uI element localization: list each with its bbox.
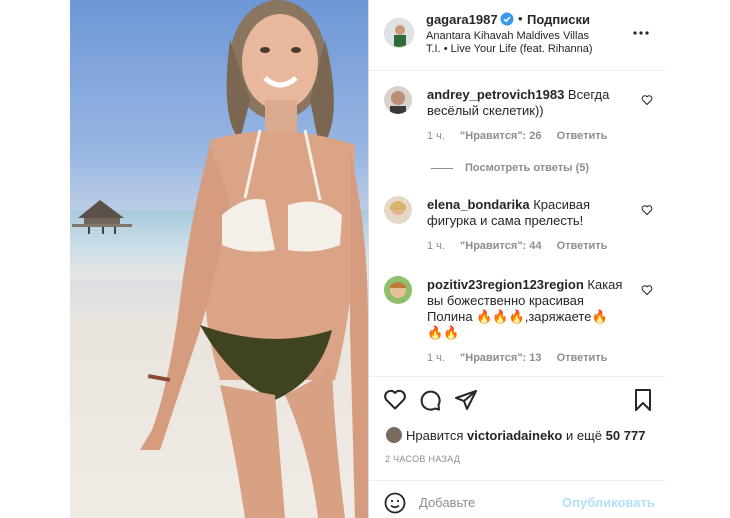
post-time: 2 ЧАСОВ НАЗАД (385, 454, 461, 464)
post-header: gagara1987 • Подписки Anantara Kihavah M… (369, 0, 666, 71)
comment-time: 1 ч. (427, 240, 445, 252)
likes-prefix: Нравится (406, 428, 464, 443)
comment-body-cont: ,заряжаете (524, 309, 592, 324)
comment-time: 1 ч. (427, 130, 445, 142)
verified-badge-icon (500, 12, 514, 26)
comment-avatar-image (384, 196, 412, 224)
comment-likes[interactable]: "Нравится": 13 (460, 352, 541, 364)
right-gutter (665, 0, 730, 518)
likes-summary: Нравится victoriadaineko и ещё 50 777 (406, 428, 645, 443)
comment-text: elena_bondarika Красивая фигурка и сама … (427, 197, 627, 229)
replies-divider (431, 167, 453, 169)
post-music[interactable]: T.I. • Live Your Life (feat. Rihanna) (426, 43, 593, 55)
post-actions: Нравится victoriadaineko и ещё 50 777 2 … (369, 376, 666, 471)
fire-emoji: 🔥🔥 (427, 325, 460, 340)
comment-avatar[interactable] (384, 86, 412, 114)
comment-text: andrey_petrovich1983 Всегда весёлый скел… (427, 87, 627, 119)
comment-avatar-image (384, 276, 412, 304)
fire-emoji: 🔥🔥🔥 (476, 309, 525, 324)
comment-avatar[interactable] (384, 196, 412, 224)
author-username[interactable]: gagara1987 (426, 12, 498, 27)
comment-reply-button[interactable]: Ответить (557, 352, 608, 364)
following-button[interactable]: Подписки (527, 12, 590, 27)
publish-button[interactable]: Опубликовать (562, 495, 655, 510)
liker-avatar[interactable] (386, 427, 402, 443)
comment-like-icon[interactable] (641, 284, 653, 296)
author-avatar[interactable] (384, 18, 414, 48)
fire-emoji: 🔥 (591, 309, 608, 324)
comment-avatar[interactable] (384, 276, 412, 304)
post-location[interactable]: Anantara Kihavah Maldives Villas (426, 30, 589, 42)
post-dialog: gagara1987 • Подписки Anantara Kihavah M… (0, 0, 730, 518)
share-icon[interactable] (454, 388, 478, 412)
comment-like-icon[interactable] (641, 204, 653, 216)
add-comment-bar: Опубликовать (369, 480, 666, 518)
comment-username[interactable]: andrey_petrovich1983 (427, 87, 564, 102)
comment-username[interactable]: elena_bondarika (427, 197, 530, 212)
comment-meta: 1 ч. "Нравится": 26 Ответить (427, 130, 619, 142)
comment-reply-button[interactable]: Ответить (557, 240, 608, 252)
post-video[interactable] (70, 0, 368, 518)
comment-meta: 1 ч. "Нравится": 13 Ответить (427, 352, 619, 364)
left-gutter (0, 0, 70, 518)
comment-icon[interactable] (418, 388, 442, 412)
comment-likes[interactable]: "Нравится": 44 (460, 240, 541, 252)
comment-username[interactable]: pozitiv23region123region (427, 277, 584, 292)
comment-reply-button[interactable]: Ответить (557, 130, 608, 142)
add-comment-input[interactable] (419, 493, 559, 511)
person-figure-image (140, 0, 368, 518)
bookmark-icon[interactable] (631, 388, 655, 412)
post-details-panel: gagara1987 • Подписки Anantara Kihavah M… (368, 0, 666, 518)
separator-dot: • (518, 11, 523, 26)
comment-text: pozitiv23region123region Какая вы божест… (427, 277, 627, 341)
emoji-icon[interactable] (383, 491, 407, 515)
view-replies-button[interactable]: Посмотреть ответы (5) (431, 162, 589, 174)
comment-avatar-image (384, 86, 412, 114)
heart-icon[interactable] (383, 388, 407, 412)
author-avatar-image (385, 19, 413, 47)
comment-meta: 1 ч. "Нравится": 44 Ответить (427, 240, 619, 252)
liker-username[interactable]: victoriadaineko (467, 428, 562, 443)
likes-count[interactable]: 50 777 (606, 428, 646, 443)
likes-middle: и ещё (566, 428, 603, 443)
comment-likes[interactable]: "Нравится": 26 (460, 130, 541, 142)
comment-time: 1 ч. (427, 352, 445, 364)
view-replies-label: Посмотреть ответы (5) (465, 162, 590, 174)
comment-like-icon[interactable] (641, 94, 653, 106)
more-horizontal-icon[interactable] (631, 24, 651, 42)
